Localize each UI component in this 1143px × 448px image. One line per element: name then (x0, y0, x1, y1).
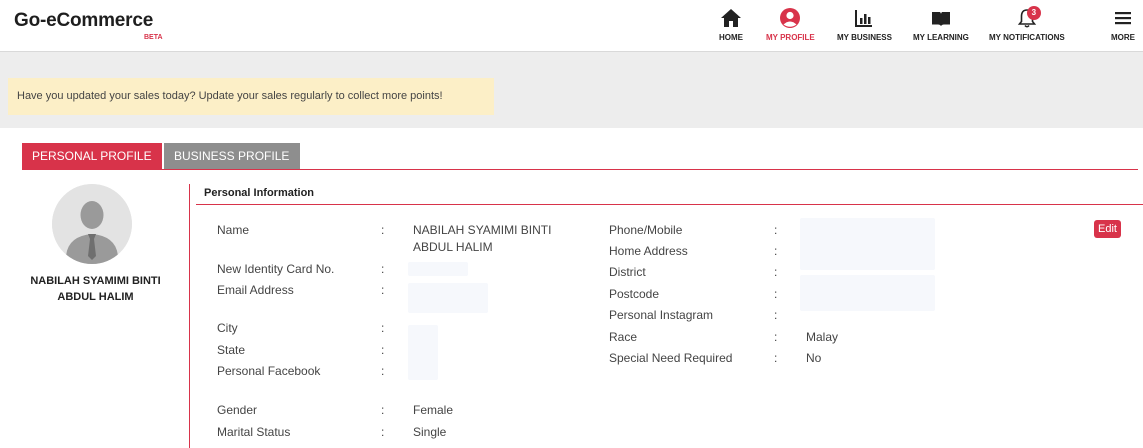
city-colon: : (381, 321, 385, 335)
brand-name: Go-eCommerce (14, 10, 154, 31)
nav-my-learning-label: MY LEARNING (913, 33, 969, 42)
instagram-colon: : (774, 308, 778, 322)
nav-my-profile[interactable]: MY PROFILE (766, 7, 815, 42)
facebook-colon: : (381, 364, 385, 378)
ic-number-label: New Identity Card No. (217, 262, 335, 276)
sales-reminder-banner: Have you updated your sales today? Updat… (8, 78, 494, 115)
ic-number-colon: : (381, 262, 385, 276)
special-need-value: No (806, 351, 822, 365)
bar-chart-icon (855, 10, 873, 27)
facebook-label: Personal Facebook (217, 364, 321, 378)
nav-home-label: HOME (719, 33, 743, 42)
city-state-facebook-redacted (408, 325, 438, 380)
column-divider (189, 184, 190, 448)
special-need-colon: : (774, 351, 778, 365)
home-address-colon: : (774, 244, 778, 258)
nav-my-notifications[interactable]: 3 MY NOTIFICATIONS (989, 6, 1065, 42)
book-icon (931, 12, 950, 26)
district-postcode-redacted (800, 275, 935, 311)
home-address-label: Home Address (609, 244, 688, 258)
gender-value: Female (413, 403, 454, 417)
user-silhouette-icon (52, 184, 132, 264)
tab-business-profile[interactable]: BUSINESS PROFILE (164, 143, 300, 170)
district-label: District (609, 265, 646, 279)
nav-home[interactable]: HOME (719, 7, 743, 42)
name-value-line-1: NABILAH SYAMIMI BINTI (413, 223, 552, 237)
profile-name-line-1: NABILAH SYAMIMI BINTI (30, 275, 161, 287)
email-value-redacted (408, 283, 488, 313)
avatar (52, 184, 132, 264)
email-colon: : (381, 283, 385, 297)
state-label: State (217, 343, 246, 357)
gender-colon: : (381, 403, 385, 417)
brand-logo[interactable]: Go-eCommerce BETA (14, 10, 163, 41)
marital-status-value: Single (413, 425, 447, 439)
city-label: City (217, 321, 238, 335)
tab-underline (22, 169, 1138, 170)
profile-name-line-2: ABDUL HALIM (57, 291, 134, 303)
edit-button[interactable]: Edit (1094, 220, 1121, 238)
nav-more-label: MORE (1111, 33, 1135, 42)
nav-my-notifications-label: MY NOTIFICATIONS (989, 33, 1065, 42)
race-label: Race (609, 330, 638, 344)
marital-status-label: Marital Status (217, 425, 291, 439)
marital-status-colon: : (381, 425, 385, 439)
state-colon: : (381, 343, 385, 357)
gender-label: Gender (217, 403, 258, 417)
beta-tag: BETA (144, 34, 163, 41)
postcode-colon: : (774, 287, 778, 301)
phone-label: Phone/Mobile (609, 223, 683, 237)
nav-my-business-label: MY BUSINESS (837, 33, 892, 42)
nav-my-business[interactable]: MY BUSINESS (837, 7, 892, 42)
phone-colon: : (774, 223, 778, 237)
postcode-label: Postcode (609, 287, 660, 301)
special-need-label: Special Need Required (609, 351, 733, 365)
home-icon (721, 9, 741, 27)
notification-count-badge: 3 (1026, 6, 1041, 20)
district-colon: : (774, 265, 778, 279)
name-value: NABILAH SYAMIMI BINTI ABDUL HALIM (413, 222, 551, 256)
email-label: Email Address (217, 283, 294, 297)
hamburger-menu-icon (1115, 12, 1131, 25)
top-nav-bar: Go-eCommerce BETA HOME MY PROFILE MY BUS… (0, 0, 1143, 52)
section-divider (196, 204, 1143, 205)
phone-address-redacted (800, 218, 935, 270)
nav-my-learning[interactable]: MY LEARNING (913, 7, 969, 42)
ic-number-value-redacted (408, 262, 468, 276)
nav-more[interactable]: MORE (1111, 7, 1135, 42)
user-circle-icon (780, 8, 801, 28)
tab-personal-profile[interactable]: PERSONAL PROFILE (22, 143, 162, 170)
section-title: Personal Information (204, 187, 315, 199)
nav-my-profile-label: MY PROFILE (766, 33, 815, 42)
name-value-line-2: ABDUL HALIM (413, 240, 493, 254)
instagram-label: Personal Instagram (609, 308, 714, 322)
profile-name: NABILAH SYAMIMI BINTI ABDUL HALIM (14, 273, 177, 305)
name-label: Name (217, 223, 250, 237)
race-colon: : (774, 330, 778, 344)
race-value: Malay (806, 330, 839, 344)
name-colon: : (381, 223, 385, 237)
